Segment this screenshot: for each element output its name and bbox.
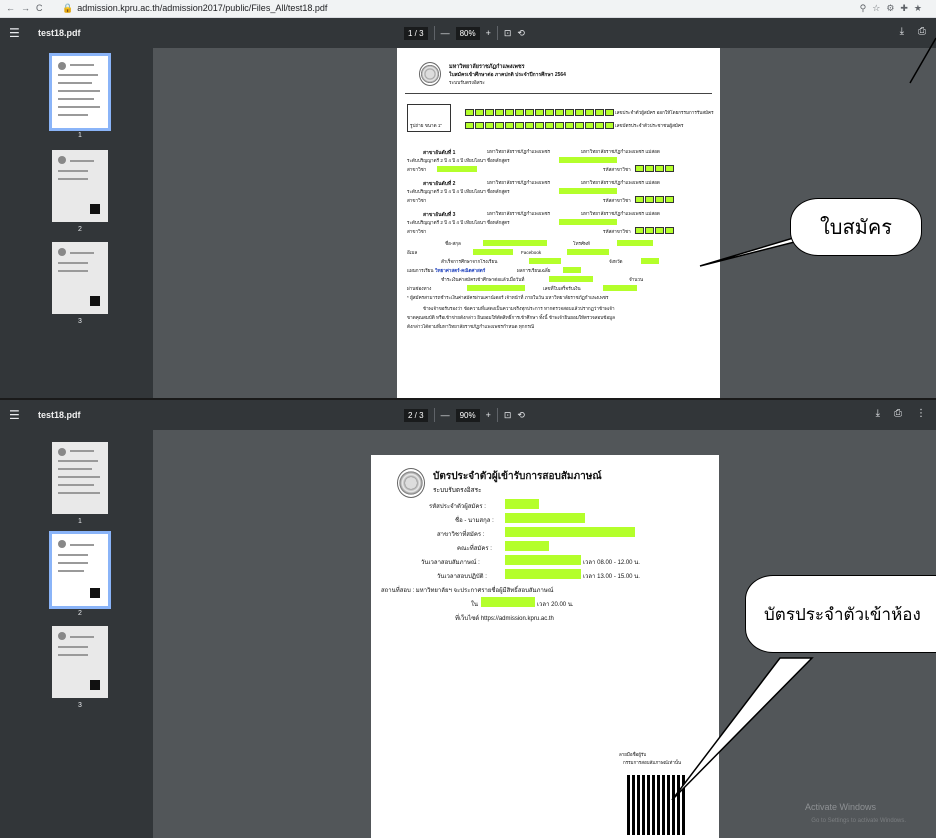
choice-3-label: สาขาอันดับที่ 3 (423, 212, 456, 218)
faculty-label: คณะที่สมัคร : (457, 546, 492, 552)
thumbnail-sidebar: 1 2 3 (0, 48, 153, 398)
form-title: ใบสมัครเข้าศึกษาต่อ ภาคปกติ ประจำปีการศึ… (449, 72, 566, 78)
thumbnail-label: 1 (78, 132, 82, 139)
system-name: ระบบรับตรงอิสระ (433, 487, 482, 494)
major-label: สาขาวิชาที่สมัคร : (437, 532, 485, 538)
pay-date-label: ชำระเงินค่าสมัครเข้าศึกษาต่อแล้วเมื่อวัน… (441, 277, 525, 282)
interview-date-label: วันเวลาสอบสัมภาษณ์ : (421, 560, 480, 566)
certify-line-2: ขาดคุณสมบัติ หรือเข้าข่ายดังกล่าว ยินยอม… (407, 315, 615, 320)
zoom-out-icon[interactable]: — (441, 410, 450, 420)
zoom-input[interactable]: 80% (455, 26, 480, 40)
divider (433, 408, 435, 422)
choice-1-degree: ระดับปริญญาตรี 2 ปี 4 ปี 4 ปี เทียบโอนฯ … (407, 158, 510, 163)
annotation-callout-application: ใบสมัคร (790, 198, 922, 256)
name-label: ชื่อ - นามสกุล : (455, 518, 494, 524)
thumbnail-label: 1 (78, 518, 82, 525)
address-bar[interactable]: 🔒 admission.kpru.ac.th/admission2017/publ… (62, 3, 327, 14)
citizen-id-boxes (465, 122, 614, 129)
pdf-viewer-top: ☰ test18.pdf 1 / 3 — 80% + ⊡ ⟲ ⤓ ⎙ 1 2 3… (0, 18, 936, 398)
university-name: มหาวิทยาลัยราชภัฏกำแพงเพชร (449, 64, 525, 70)
choice-1-major: สาขาวิชา (407, 167, 427, 172)
page-number-input[interactable]: 1 / 3 (404, 26, 428, 40)
divider (433, 26, 435, 40)
thumbnail-page-1[interactable] (52, 442, 108, 514)
annotation-callout-id-card: บัตรประจำตัวเข้าห้อง (745, 575, 936, 653)
card-title: บัตรประจำตัวผู้เข้ารับการสอบสัมภาษณ์ (433, 471, 602, 482)
thumbnail-label: 2 (78, 226, 82, 233)
rotate-icon[interactable]: ⟲ (517, 410, 525, 421)
choice-1-label: สาขาอันดับที่ 1 (423, 150, 456, 156)
university-logo (419, 62, 441, 86)
menu-icon[interactable]: ☰ (9, 409, 20, 421)
callout-text: ใบสมัคร (820, 215, 892, 239)
zoom-in-icon[interactable]: + (486, 410, 491, 420)
thumbnail-page-3[interactable] (52, 626, 108, 698)
fit-page-icon[interactable]: ⊡ (504, 410, 512, 421)
choice-3-major: สาขาวิชา (407, 229, 427, 234)
thumbnail-label: 2 (78, 610, 82, 617)
on-label: ใน (471, 602, 479, 608)
thumbnail-page-2[interactable] (52, 150, 108, 222)
choice-3-degree: ระดับปริญญาตรี 2 ปี 4 ปี 4 ปี เทียบโอนฯ … (407, 220, 510, 225)
photo-box: รูปถ่าย ขนาด 1" (407, 104, 451, 132)
applicant-id-boxes (465, 109, 614, 116)
callout-text: บัตรประจำตัวเข้าห้อง (764, 604, 921, 625)
announce-time: เวลา 20.00 น. (537, 602, 574, 608)
thumbnail-page-2[interactable] (49, 531, 111, 609)
via-label: ผ่านช่องทาง (407, 286, 432, 291)
applicant-id-label: รหัสประจำตัวผู้สมัคร : (429, 504, 486, 510)
payment-note: * ผู้สมัครสามารถชำระเงินค่าสมัครผ่านเคาน… (407, 295, 609, 300)
system-name: ระบบรับตรงอิสระ (449, 81, 485, 86)
choice-2-label: สาขาอันดับที่ 2 (423, 181, 456, 187)
lock-icon: 🔒 (62, 3, 74, 13)
thumbnail-page-3[interactable] (52, 242, 108, 314)
venue-text: สถานที่สอบ : มหาวิทยาลัยฯ จะประกาศรายชื่… (381, 588, 554, 594)
url-text: admission.kpru.ac.th/admission2017/publi… (77, 3, 328, 13)
browser-address-bar: ←→C 🔒 admission.kpru.ac.th/admission2017/… (0, 0, 936, 18)
file-name: test18.pdf (38, 410, 81, 420)
file-name: test18.pdf (38, 28, 81, 38)
email-label: อีเมล (407, 250, 418, 255)
browser-nav-buttons[interactable]: ←→C (6, 3, 49, 13)
zoom-out-icon[interactable]: — (441, 28, 450, 38)
choice-2-degree: ระดับปริญญาตรี 2 ปี 4 ปี 4 ปี เทียบโอนฯ … (407, 189, 510, 194)
choice-2-major: สาขาวิชา (407, 198, 427, 203)
windows-watermark: Activate Windows (804, 802, 876, 812)
gpa-label: ผลการเรียนเฉลี่ย (517, 268, 551, 273)
study-plan-value: วิทยาศาสตร์-คณิตศาสตร์ (435, 268, 486, 273)
choice-1-campus: มหาวิทยาลัยราชภัฏกำแพงเพชร (487, 149, 551, 154)
menu-icon[interactable]: ☰ (9, 27, 20, 39)
thumbnail-label: 3 (78, 318, 82, 325)
zoom-input[interactable]: 90% (455, 408, 480, 422)
certify-line-1: ข้าพเจ้าขอรับรองว่า ข้อความที่แสดงเป็นคว… (423, 306, 615, 311)
thumbnail-label: 3 (78, 702, 82, 709)
toolbar-center: 1 / 3 — 80% + ⊡ ⟲ (404, 25, 525, 41)
choice-3-campus: มหาวิทยาลัยราชภัฏกำแพงเพชร (487, 211, 551, 216)
toolbar-center: 2 / 3 — 90% + ⊡ ⟲ (404, 407, 525, 423)
practical-date-label: วันเวลาสอบปฏิบัติ : (437, 574, 487, 580)
windows-watermark-sub: Go to Settings to activate Windows. (811, 818, 906, 824)
pdf-viewer-bottom: ☰ test18.pdf 2 / 3 — 90% + ⊡ ⟲ ⤓ ⎙ ⋮ 1 2… (0, 400, 936, 838)
thumb-logo (58, 62, 66, 70)
divider (496, 26, 498, 40)
extension-icons[interactable]: ⚲☆⚙✚★ (860, 3, 928, 14)
fit-page-icon[interactable]: ⊡ (504, 28, 512, 39)
phone-label: โทรศัพท์ (573, 241, 590, 246)
thumbnail-page-1[interactable] (49, 53, 111, 131)
divider (496, 408, 498, 422)
choice-2-campus: มหาวิทยาลัยราชภัฏกำแพงเพชร (487, 180, 551, 185)
zoom-in-icon[interactable]: + (486, 28, 491, 38)
receipt-label: เลขที่ใบเสร็จรับเงิน (543, 286, 581, 291)
thumbnail-sidebar: 1 2 3 (0, 430, 153, 838)
name-label: ชื่อ-สกุล (445, 241, 461, 246)
website-text: ที่เว็บไซต์ https://admission.kpru.ac.th (455, 616, 554, 622)
school-label: สำเร็จการศึกษาจากโรงเรียน (441, 259, 498, 264)
facebook-label: Facebook (521, 250, 542, 255)
page-number-input[interactable]: 2 / 3 (404, 408, 428, 422)
rotate-icon[interactable]: ⟲ (517, 28, 525, 39)
study-plan-label: แผนการเรียน (407, 268, 434, 273)
certify-line-3: ดังกล่าวได้ตามที่มหาวิทยาลัยราชภัฏกำแพงเ… (407, 324, 535, 329)
university-logo (397, 468, 425, 498)
